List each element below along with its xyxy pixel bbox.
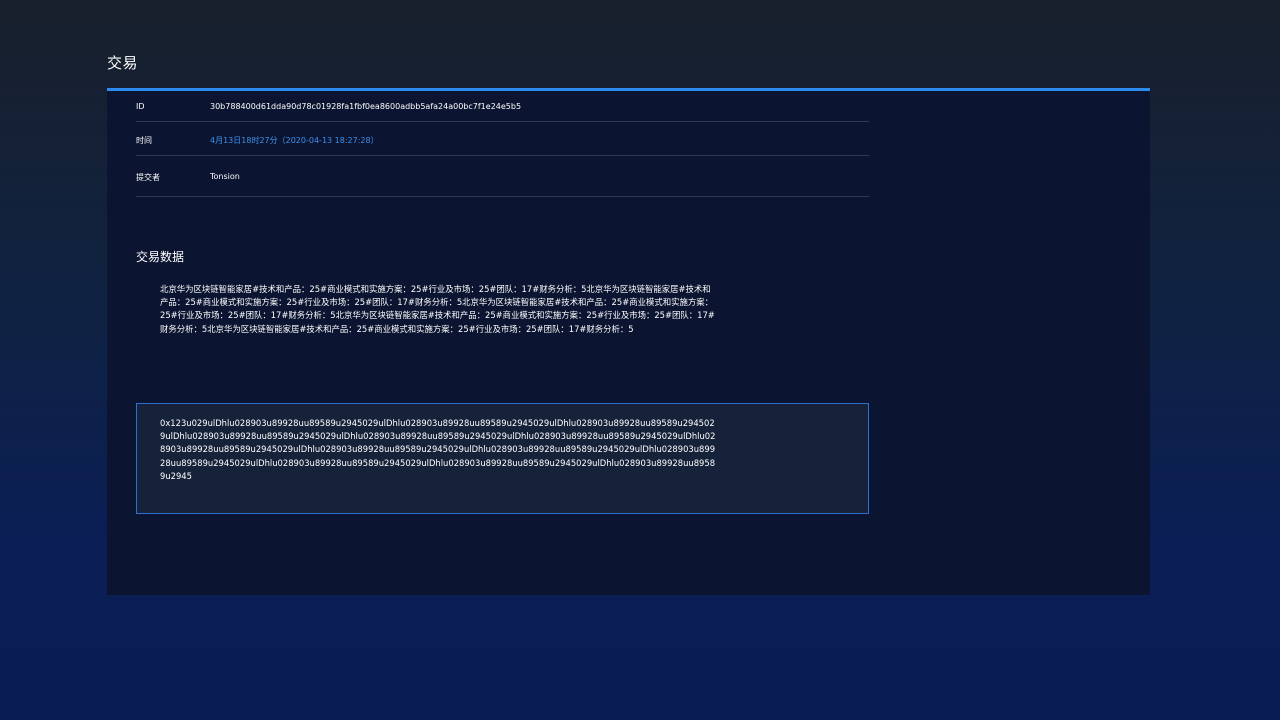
time-label: 时间: [136, 136, 152, 145]
id-label: ID: [136, 102, 145, 111]
submitter-label: 提交者: [136, 173, 160, 182]
hex-data-box: 0x123u029ulDhlu028903u89928uu89589u29450…: [136, 403, 869, 514]
hex-data-text: 0x123u029ulDhlu028903u89928uu89589u29450…: [160, 418, 716, 481]
submitter-row: 提交者 Tonsion: [136, 156, 869, 197]
tx-data-title: 交易数据: [136, 250, 185, 264]
time-value[interactable]: 4月13日18时27分（2020-04-13 18:27:28）: [210, 135, 379, 146]
tx-data-text: 北京华为区块链智能家居#技术和产品：25#商业模式和实施方案：25#行业及市场：…: [160, 284, 715, 334]
id-value: 30b788400d61dda90d78c01928fa1fbf0ea8600a…: [210, 102, 522, 111]
page-title: 交易: [107, 54, 139, 72]
time-row: 时间 4月13日18时27分（2020-04-13 18:27:28）: [136, 122, 869, 156]
transaction-panel: ID 30b788400d61dda90d78c01928fa1fbf0ea86…: [107, 88, 1150, 595]
id-row: ID 30b788400d61dda90d78c01928fa1fbf0ea86…: [136, 91, 869, 122]
submitter-value: Tonsion: [210, 172, 240, 181]
